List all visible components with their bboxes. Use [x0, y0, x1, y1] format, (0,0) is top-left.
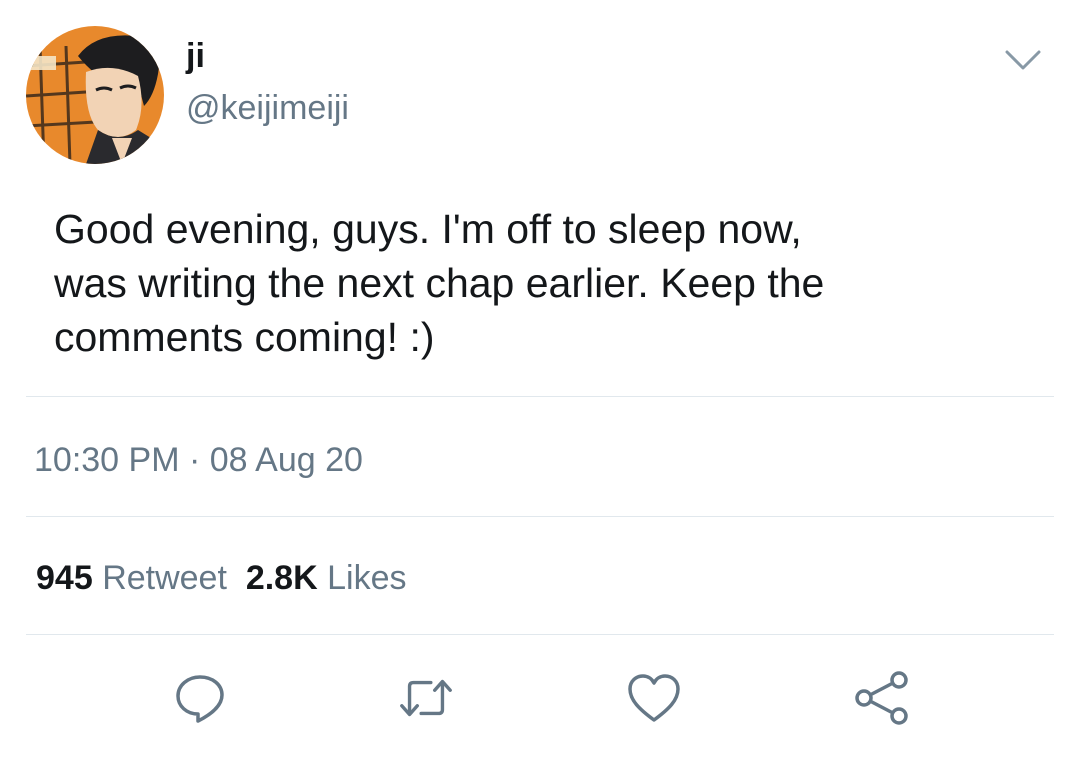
retweet-count: 945	[36, 559, 93, 597]
retweet-button[interactable]	[396, 668, 456, 728]
like-button[interactable]	[624, 668, 684, 728]
tweet-time: 10:30 PM	[34, 441, 180, 479]
display-name[interactable]: ji	[186, 36, 205, 76]
divider	[26, 516, 1054, 517]
user-handle[interactable]: @keijimeiji	[186, 88, 349, 128]
tweet-timestamp[interactable]: 10:30 PM · 08 Aug 20	[34, 440, 363, 480]
reply-button[interactable]	[170, 668, 230, 728]
retweet-icon	[400, 679, 452, 717]
reply-icon	[176, 675, 224, 723]
retweet-label: Retweet	[102, 559, 227, 597]
chevron-down-icon[interactable]	[1003, 46, 1043, 74]
timestamp-separator: ·	[188, 441, 201, 479]
divider	[26, 396, 1054, 397]
tweet-date: 08 Aug 20	[209, 441, 363, 479]
heart-icon	[628, 674, 680, 722]
share-icon	[855, 671, 908, 725]
like-count: 2.8K	[245, 559, 318, 597]
tweet-text: Good evening, guys. I'm off to sleep now…	[54, 206, 825, 360]
tweet-stats: 945 Retweet 2.8K Likes	[36, 558, 406, 598]
share-button[interactable]	[852, 668, 912, 728]
like-stat[interactable]: 2.8K Likes	[246, 559, 407, 597]
retweet-stat[interactable]: 945 Retweet	[36, 559, 227, 597]
divider	[26, 634, 1054, 635]
like-label: Likes	[327, 559, 407, 597]
avatar[interactable]	[26, 26, 164, 164]
